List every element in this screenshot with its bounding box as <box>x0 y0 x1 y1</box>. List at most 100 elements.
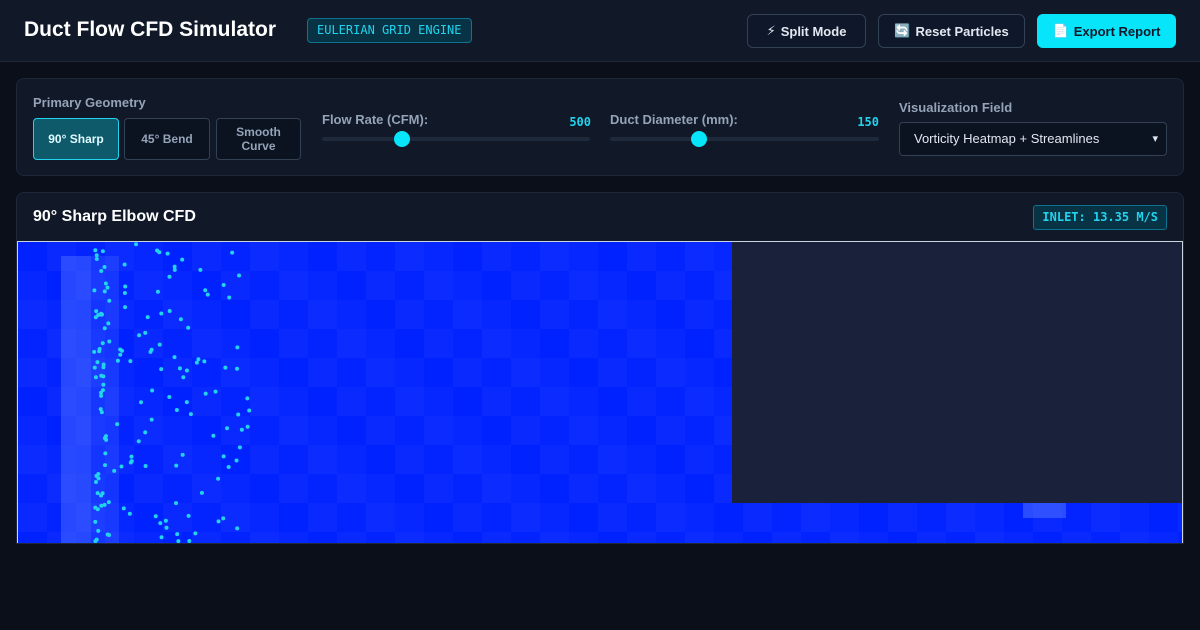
duct-diameter-slider[interactable] <box>610 137 879 141</box>
particle <box>97 349 102 354</box>
grid-cell <box>279 532 308 543</box>
split-mode-button[interactable]: ⚡ Split Mode <box>747 14 866 48</box>
grid-cell <box>163 416 192 445</box>
particle <box>101 382 106 387</box>
grid-cell <box>540 242 569 271</box>
grid-cell <box>1033 532 1062 543</box>
geometry-45-bend-button[interactable]: 45° Bend <box>124 118 210 160</box>
grid-cell <box>163 358 192 387</box>
engine-badge: EULERIAN GRID ENGINE <box>307 18 472 43</box>
grid-cell <box>192 416 221 445</box>
grid-cell <box>1120 532 1149 543</box>
particle <box>178 317 183 322</box>
particle <box>122 290 127 295</box>
visualization-select[interactable]: Vorticity Heatmap + Streamlines ▾ <box>899 122 1167 156</box>
particle <box>129 459 134 464</box>
geometry-smooth-curve-button[interactable]: Smooth Curve <box>216 118 301 160</box>
grid-cell <box>888 532 917 543</box>
grid-cell <box>598 474 627 503</box>
grid-cell <box>482 329 511 358</box>
particle <box>193 531 198 536</box>
particle <box>163 518 168 523</box>
grid-cell <box>221 242 250 271</box>
particle <box>221 516 226 521</box>
particle <box>203 288 208 293</box>
particle <box>93 375 98 380</box>
grid-cell <box>511 358 540 387</box>
reset-particles-button[interactable]: 🔄 Reset Particles <box>878 14 1025 48</box>
grid-cell <box>685 271 714 300</box>
export-report-button[interactable]: 📄 Export Report <box>1037 14 1176 48</box>
outlet-hotspot <box>1023 503 1066 518</box>
particle <box>95 507 100 512</box>
particle <box>118 352 123 357</box>
grid-cell <box>366 271 395 300</box>
grid-cell <box>250 532 279 543</box>
grid-cell <box>685 358 714 387</box>
duct-diameter-slider-handle[interactable] <box>690 131 707 147</box>
particle <box>137 333 142 338</box>
particle <box>106 321 111 326</box>
grid-cell <box>395 329 424 358</box>
particle <box>227 295 232 300</box>
grid-cell <box>395 387 424 416</box>
export-report-label: Export Report <box>1073 23 1161 39</box>
grid-cell <box>192 242 221 271</box>
geometry-90-sharp-button[interactable]: 90° Sharp <box>33 118 119 160</box>
flow-rate-slider[interactable] <box>322 137 590 141</box>
particle <box>247 408 252 413</box>
grid-cell <box>511 503 540 532</box>
particle <box>158 521 163 526</box>
particle <box>123 284 128 289</box>
particle <box>184 400 189 405</box>
particle <box>102 264 107 269</box>
grid-cell <box>511 532 540 543</box>
grid-cell <box>250 300 279 329</box>
grid-cell <box>656 416 685 445</box>
visualization-selected-value: Vorticity Heatmap + Streamlines <box>914 131 1100 146</box>
simulation-title: 90° Sharp Elbow CFD <box>33 208 196 225</box>
grid-cell <box>453 358 482 387</box>
particle <box>157 342 162 347</box>
cfd-canvas[interactable] <box>17 241 1183 543</box>
particle <box>103 281 108 286</box>
grid-cell <box>424 358 453 387</box>
grid-cell <box>1178 532 1183 543</box>
grid-cell <box>482 358 511 387</box>
grid-cell <box>308 445 337 474</box>
particle <box>164 525 169 530</box>
grid-cell <box>163 474 192 503</box>
vorticity-band <box>91 256 119 543</box>
particle <box>174 408 179 413</box>
particle <box>105 285 110 290</box>
grid-cell <box>685 242 714 271</box>
particle <box>237 273 242 278</box>
grid-cell <box>250 445 279 474</box>
document-icon: 📄 <box>1052 23 1069 38</box>
grid-cell <box>627 503 656 532</box>
grid-cell <box>424 242 453 271</box>
particle <box>128 359 133 364</box>
particle <box>122 262 127 267</box>
particle <box>149 417 154 422</box>
flow-rate-value: 500 <box>569 115 591 129</box>
particle <box>149 347 154 352</box>
grid-cell <box>453 416 482 445</box>
grid-cell <box>279 271 308 300</box>
particle <box>129 454 134 459</box>
grid-cell <box>337 329 366 358</box>
particle <box>216 519 221 524</box>
grid-cell <box>540 329 569 358</box>
grid-cell <box>192 445 221 474</box>
grid-cell <box>598 416 627 445</box>
grid-cell <box>337 445 366 474</box>
grid-cell <box>424 387 453 416</box>
grid-cell <box>221 532 250 543</box>
grid-cell <box>221 387 250 416</box>
particle <box>181 375 186 380</box>
grid-cell <box>221 474 250 503</box>
grid-cell <box>511 329 540 358</box>
particle <box>106 500 111 505</box>
particle <box>159 367 164 372</box>
flow-rate-slider-handle[interactable] <box>394 131 411 147</box>
